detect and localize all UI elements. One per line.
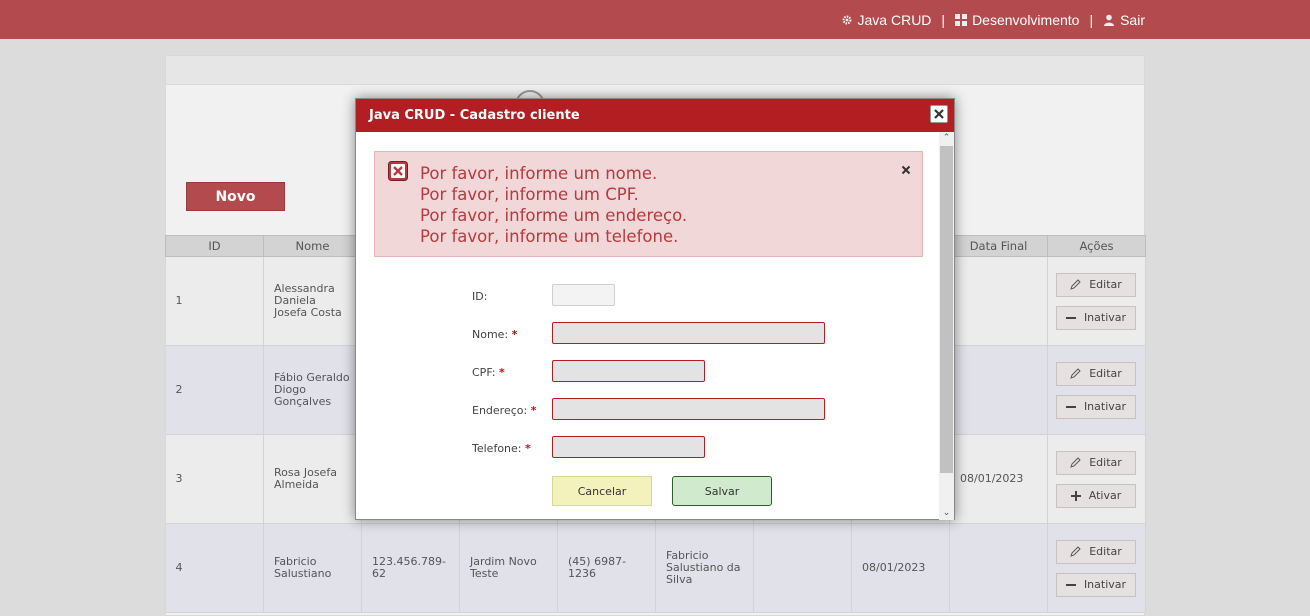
client-form-dialog: Java CRUD - Cadastro cliente ⌃ ⌄ Por fav… bbox=[355, 98, 955, 520]
scrollbar-thumb[interactable] bbox=[940, 146, 953, 473]
nome-label-text: Nome: bbox=[472, 328, 509, 341]
telefone-label: Telefone: * bbox=[472, 442, 531, 455]
error-list: Por favor, informe um nome. Por favor, i… bbox=[420, 163, 687, 247]
dialog-close-button[interactable] bbox=[930, 105, 948, 123]
error-message: Por favor, informe um telefone. bbox=[420, 227, 679, 246]
telefone-field[interactable] bbox=[552, 436, 705, 458]
id-field[interactable] bbox=[552, 284, 615, 306]
error-message: Por favor, informe um nome. bbox=[420, 164, 658, 183]
nome-field[interactable] bbox=[552, 322, 825, 344]
scroll-down-arrow[interactable]: ⌄ bbox=[942, 509, 951, 518]
cancel-button[interactable]: Cancelar bbox=[552, 476, 652, 506]
nome-label: Nome: * bbox=[472, 328, 517, 341]
endereco-label: Endereço: * bbox=[472, 404, 536, 417]
save-button[interactable]: Salvar bbox=[672, 476, 772, 506]
endereco-field[interactable] bbox=[552, 398, 825, 420]
cpf-label-text: CPF: bbox=[472, 366, 496, 379]
error-message: Por favor, informe um endereço. bbox=[420, 206, 688, 225]
id-label: ID: bbox=[472, 290, 488, 303]
error-x-icon bbox=[388, 161, 408, 181]
telefone-label-text: Telefone: bbox=[472, 442, 522, 455]
scroll-up-arrow[interactable]: ⌃ bbox=[942, 134, 951, 143]
cpf-label: CPF: * bbox=[472, 366, 505, 379]
error-message: Por favor, informe um CPF. bbox=[420, 185, 639, 204]
close-icon[interactable] bbox=[900, 164, 912, 176]
close-icon bbox=[934, 109, 944, 119]
required-mark: * bbox=[511, 328, 518, 341]
required-mark: * bbox=[530, 404, 537, 417]
required-mark: * bbox=[499, 366, 505, 379]
dialog-title: Java CRUD - Cadastro cliente bbox=[356, 99, 954, 132]
cpf-field[interactable] bbox=[552, 360, 705, 382]
error-messages: Por favor, informe um nome. Por favor, i… bbox=[374, 151, 923, 257]
required-mark: * bbox=[525, 442, 531, 455]
endereco-label-text: Endereço: bbox=[472, 404, 528, 417]
dialog-scrollbar[interactable]: ⌃ ⌄ bbox=[939, 132, 954, 520]
